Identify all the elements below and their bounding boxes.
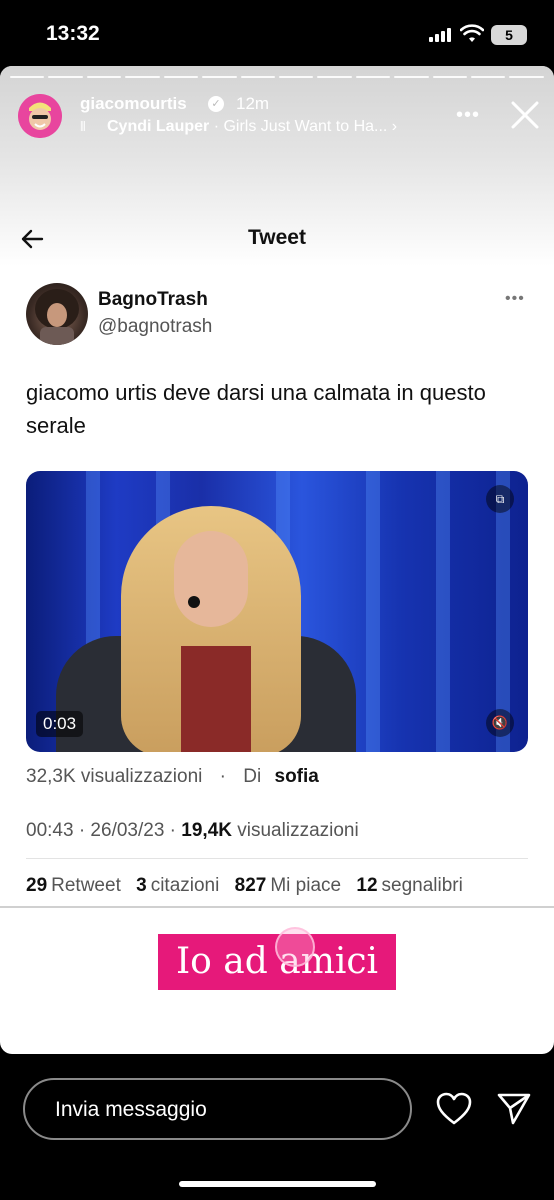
story-avatar[interactable]	[18, 94, 62, 138]
signal-icon	[429, 28, 451, 42]
sticker-badge-icon	[275, 927, 315, 967]
video-by-name: sofia	[274, 766, 319, 787]
wifi-icon	[460, 24, 484, 42]
home-indicator	[179, 1181, 376, 1187]
stat-count: 12	[356, 875, 378, 896]
verified-icon: ✓	[208, 96, 224, 112]
video-person-shirt	[181, 646, 251, 752]
video-timestamp: 0:03	[36, 711, 84, 737]
message-input[interactable]: Invia messaggio	[23, 1078, 412, 1140]
video-by-label: Di	[243, 766, 262, 787]
video-views-line: 32,3K visualizzazioni · Di sofia	[26, 766, 319, 788]
author-handle: @bagnotrash	[98, 316, 213, 337]
screenshot-edge	[0, 906, 554, 908]
story-progress	[10, 76, 544, 78]
tweet-stats: 29 Retweet 3 citazioni 827 Mi piace 12 segna…	[26, 875, 463, 897]
story-music[interactable]: Cyndi Lauper · Girls Just Want to Ha... …	[107, 118, 397, 136]
more-options-icon[interactable]: •••	[456, 104, 480, 127]
stat-label: Mi piace	[270, 875, 342, 896]
author-avatar	[26, 283, 88, 345]
total-views: 19,4K	[181, 820, 232, 841]
close-icon[interactable]	[510, 100, 540, 130]
posted-time: 00:43 · 26/03/23 ·	[26, 820, 182, 841]
tweet-meta-line: 00:43 · 26/03/23 · 19,4K visualizzazioni	[26, 820, 359, 842]
status-bar: 13:32 5	[0, 0, 554, 66]
video-microphone	[188, 596, 200, 608]
tweet-video: ⧉ 0:03 🔇	[26, 471, 528, 752]
message-placeholder: Invia messaggio	[55, 1098, 207, 1121]
separator-dot: ·	[219, 766, 226, 787]
tweet-text: giacomo urtis deve darsi una calmata in …	[26, 380, 486, 438]
music-bars-icon: ⦀	[80, 119, 86, 134]
tweet-header: Tweet	[0, 216, 554, 262]
stat-label: citazioni	[150, 875, 220, 896]
mute-icon: 🔇	[486, 709, 514, 737]
music-artist: Cyndi Lauper	[107, 118, 210, 135]
divider	[26, 858, 528, 859]
total-views-label: visualizzazioni	[237, 820, 359, 841]
stat-count: 29	[26, 875, 48, 896]
tweet-more-icon: •••	[505, 290, 525, 307]
heart-icon[interactable]	[436, 1092, 472, 1126]
stat-label: Retweet	[51, 875, 121, 896]
video-views: 32,3K visualizzazioni	[26, 766, 203, 787]
tweet-header-title: Tweet	[248, 226, 306, 249]
battery-indicator: 5	[491, 25, 527, 45]
story-time-ago: 12m	[236, 94, 270, 113]
story-frame[interactable]: giacomourtis ✓ 12m ⦀ Cyndi Lauper · Girl…	[0, 66, 554, 1054]
video-person-face	[174, 531, 248, 627]
video-expand-icon: ⧉	[486, 485, 514, 513]
author-name: BagnoTrash	[98, 289, 208, 310]
story-username[interactable]: giacomourtis	[80, 94, 187, 114]
stat-count: 827	[234, 875, 267, 896]
music-title: · Girls Just Want to Ha... ›	[213, 118, 398, 135]
clock: 13:32	[46, 22, 100, 45]
stat-count: 3	[136, 875, 147, 896]
send-icon[interactable]	[497, 1092, 531, 1126]
stat-label: segnalibri	[381, 875, 463, 896]
